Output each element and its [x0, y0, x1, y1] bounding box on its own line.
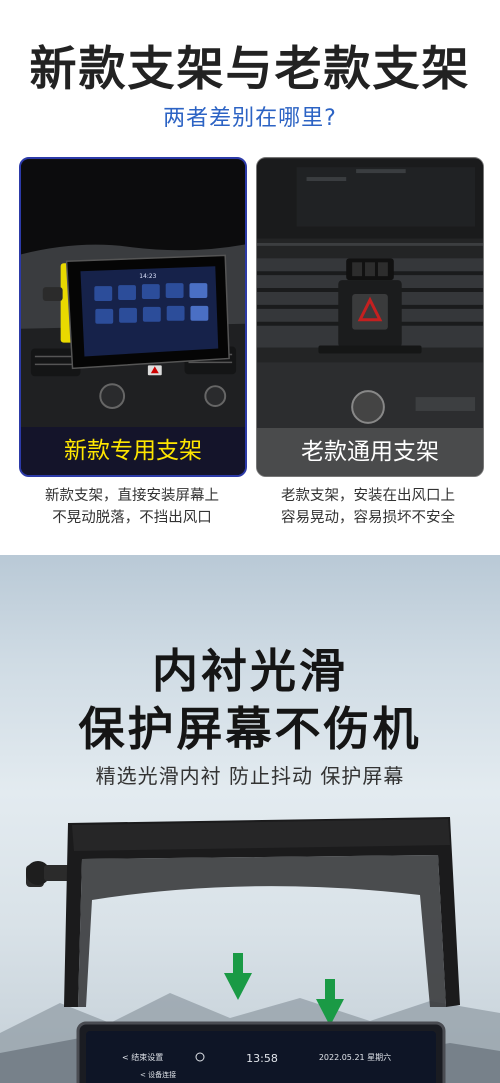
- new-mount-label: 新款专用支架: [21, 427, 245, 475]
- old-desc-line: 老款支架，安装在出风口上: [281, 488, 455, 504]
- new-mount-card: 14:23 新款专用支架: [19, 157, 247, 477]
- old-mount-photo: [257, 159, 483, 429]
- down-arrow-icon: [224, 953, 252, 1000]
- screen-time: 13:58: [246, 1052, 278, 1065]
- new-desc-line: 新款支架，直接安装屏幕上: [45, 488, 219, 504]
- lining-feature-section: 内衬光滑 保护屏幕不伤机 精选光滑内衬 防止抖动 保护屏幕 < 结束设置 13:…: [0, 555, 500, 1083]
- new-desc-line: 不晃动脱落，不挡出风口: [52, 510, 212, 526]
- mount-product-illustration: < 结束设置 13:58 2022.05.21 星期六 < 设备连接: [26, 817, 460, 1083]
- old-mount-card: 老款通用支架: [256, 157, 484, 477]
- page-title: 新款支架与老款支架: [29, 42, 471, 97]
- new-card-screen-time: 14:23: [139, 273, 156, 280]
- old-mount-label: 老款通用支架: [257, 428, 483, 476]
- screen-device-label: < 设备连接: [140, 1070, 176, 1079]
- down-arrow-icon: [316, 979, 344, 1026]
- screen-date: 2022.05.21 星期六: [319, 1052, 391, 1062]
- comparison-section: 新款支架与老款支架 两者差别在哪里? 14:23 新款专用支架 老款通用支架 新…: [0, 0, 500, 555]
- screen-back-label: < 结束设置: [122, 1052, 163, 1062]
- comparison-subtitle: 两者差别在哪里?: [163, 106, 337, 131]
- old-desc-line: 容易晃动，容易损坏不安全: [281, 510, 455, 526]
- new-mount-photo: 14:23: [21, 160, 245, 430]
- new-mount-description: 新款支架，直接安装屏幕上 不晃动脱落，不挡出风口: [17, 485, 247, 529]
- old-mount-description: 老款支架，安装在出风口上 容易晃动，容易损坏不安全: [253, 485, 483, 529]
